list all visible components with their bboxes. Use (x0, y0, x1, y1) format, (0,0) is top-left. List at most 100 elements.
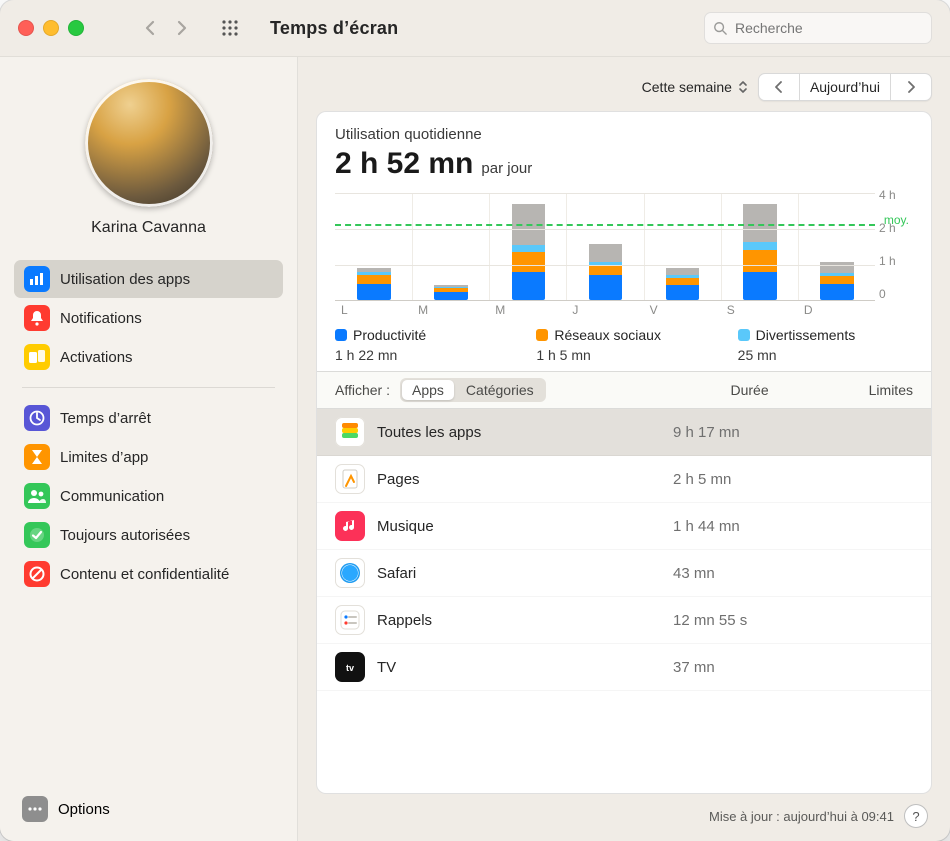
table-row[interactable]: Musique1 h 44 mn (317, 503, 931, 550)
back-button[interactable] (136, 16, 164, 41)
usage-chart: 4 h2 h1 h0moy. LMMJVSD (335, 193, 913, 323)
app-duration: 1 h 44 mn (673, 518, 853, 535)
period-select[interactable]: Cette semaine (642, 79, 748, 95)
app-icon: tv (335, 652, 365, 682)
app-duration: 12 mn 55 s (673, 612, 853, 629)
y-axis: 4 h2 h1 h0moy. (879, 188, 913, 301)
tab-apps[interactable]: Apps (402, 380, 454, 400)
app-list[interactable]: Toutes les apps9 h 17 mnPages2 h 5 mnMus… (317, 409, 931, 793)
sidebar: Karina Cavanna Utilisation des apps Notif… (0, 57, 298, 841)
table-row[interactable]: Safari43 mn (317, 550, 931, 597)
sidebar-item-label: Contenu et confidentialité (60, 566, 229, 583)
view-tabs: Apps Catégories (400, 378, 546, 402)
sidebar-item-communication[interactable]: Communication (14, 477, 283, 515)
app-name: TV (377, 659, 673, 676)
table-row[interactable]: tv TV37 mn (317, 644, 931, 691)
sidebar-item-limites-d-app[interactable]: Limites d’app (14, 438, 283, 476)
svg-text:tv: tv (346, 663, 354, 673)
tab-categories[interactable]: Catégories (456, 380, 544, 400)
table-row[interactable]: Rappels12 mn 55 s (317, 597, 931, 644)
sidebar-item-temps-d-arr-t[interactable]: Temps d’arrêt (14, 399, 283, 437)
nav-controls (136, 16, 196, 41)
usage-card: Utilisation quotidienne 2 h 52 mn par jo… (316, 111, 932, 794)
options-button[interactable]: Options (8, 788, 289, 830)
avg-label: moy. (884, 213, 909, 227)
app-duration: 43 mn (673, 565, 853, 582)
current-day-button[interactable]: Aujourd’hui (799, 74, 891, 100)
updated-label: Mise à jour : aujourd’hui à 09:41 (709, 809, 894, 824)
sidebar-item-label: Activations (60, 349, 133, 366)
ellipsis-icon (22, 796, 48, 822)
prev-day-button[interactable] (759, 74, 799, 100)
search-icon (713, 21, 727, 35)
footer: Mise à jour : aujourd’hui à 09:41 ? (316, 794, 932, 828)
apps-grid-icon[interactable] (220, 18, 240, 38)
app-icon (335, 605, 365, 635)
period-controls: Cette semaine Aujourd’hui (316, 73, 932, 101)
sidebar-item-label: Communication (60, 488, 164, 505)
sidebar-item-label: Utilisation des apps (60, 271, 190, 288)
sidebar-item-label: Notifications (60, 310, 142, 327)
user-name: Karina Cavanna (8, 219, 289, 237)
sidebar-item-label: Temps d’arrêt (60, 410, 151, 427)
table-row[interactable]: Toutes les apps9 h 17 mn (317, 409, 931, 456)
legend-item: Productivité1 h 22 mn (335, 327, 510, 363)
chevron-updown-icon (738, 80, 748, 94)
people-icon (24, 483, 50, 509)
x-axis: LMMJVSD (335, 303, 875, 323)
sidebar-item-notifications[interactable]: Notifications (14, 299, 283, 337)
moon-icon (24, 405, 50, 431)
col-duration: Durée (731, 382, 769, 398)
check-icon (24, 522, 50, 548)
date-stepper: Aujourd’hui (758, 73, 932, 101)
app-icon (335, 464, 365, 494)
minimize-icon[interactable] (43, 20, 59, 36)
table-header: Afficher : Apps Catégories Durée Limites (317, 371, 931, 409)
sidebar-item-label: Limites d’app (60, 449, 148, 466)
app-duration: 37 mn (673, 659, 853, 676)
sidebar-item-contenu-et-confidentialit-[interactable]: Contenu et confidentialité (14, 555, 283, 593)
app-name: Pages (377, 471, 673, 488)
options-label: Options (58, 801, 110, 818)
app-duration: 9 h 17 mn (673, 424, 853, 441)
app-name: Safari (377, 565, 673, 582)
next-day-button[interactable] (891, 74, 931, 100)
app-icon (335, 558, 365, 588)
avg-line (335, 224, 875, 226)
forward-button[interactable] (168, 16, 196, 41)
summary-title: Utilisation quotidienne (335, 126, 913, 143)
filter-label: Afficher : (335, 382, 390, 398)
hourglass-icon (24, 444, 50, 470)
window: Temps d’écran Karina Cavanna Utilisation… (0, 0, 950, 841)
search-field[interactable] (704, 12, 932, 44)
table-row[interactable]: Pages2 h 5 mn (317, 456, 931, 503)
sidebar-separator (22, 387, 275, 388)
app-duration: 2 h 5 mn (673, 471, 853, 488)
legend: Productivité1 h 22 mn Réseaux sociaux1 h … (335, 327, 913, 363)
avatar[interactable] (85, 79, 213, 207)
zoom-icon[interactable] (68, 20, 84, 36)
app-icon (335, 417, 365, 447)
summary-value: 2 h 52 mn par jour (335, 147, 913, 181)
devices-icon (24, 344, 50, 370)
help-button[interactable]: ? (904, 804, 928, 828)
app-name: Rappels (377, 612, 673, 629)
period-label: Cette semaine (642, 79, 732, 95)
titlebar: Temps d’écran (0, 0, 950, 57)
sidebar-item-toujours-autoris-es[interactable]: Toujours autorisées (14, 516, 283, 554)
close-icon[interactable] (18, 20, 34, 36)
nosign-icon (24, 561, 50, 587)
window-controls (18, 20, 84, 36)
app-name: Musique (377, 518, 673, 535)
bell-icon (24, 305, 50, 331)
page-title: Temps d’écran (270, 18, 398, 39)
sidebar-item-activations[interactable]: Activations (14, 338, 283, 376)
legend-item: Divertissements25 mn (738, 327, 913, 363)
search-input[interactable] (733, 19, 923, 37)
legend-item: Réseaux sociaux1 h 5 mn (536, 327, 711, 363)
app-icon (335, 511, 365, 541)
bars-icon (24, 266, 50, 292)
col-limits: Limites (869, 382, 913, 398)
app-name: Toutes les apps (377, 424, 673, 441)
sidebar-item-utilisation-des-apps[interactable]: Utilisation des apps (14, 260, 283, 298)
